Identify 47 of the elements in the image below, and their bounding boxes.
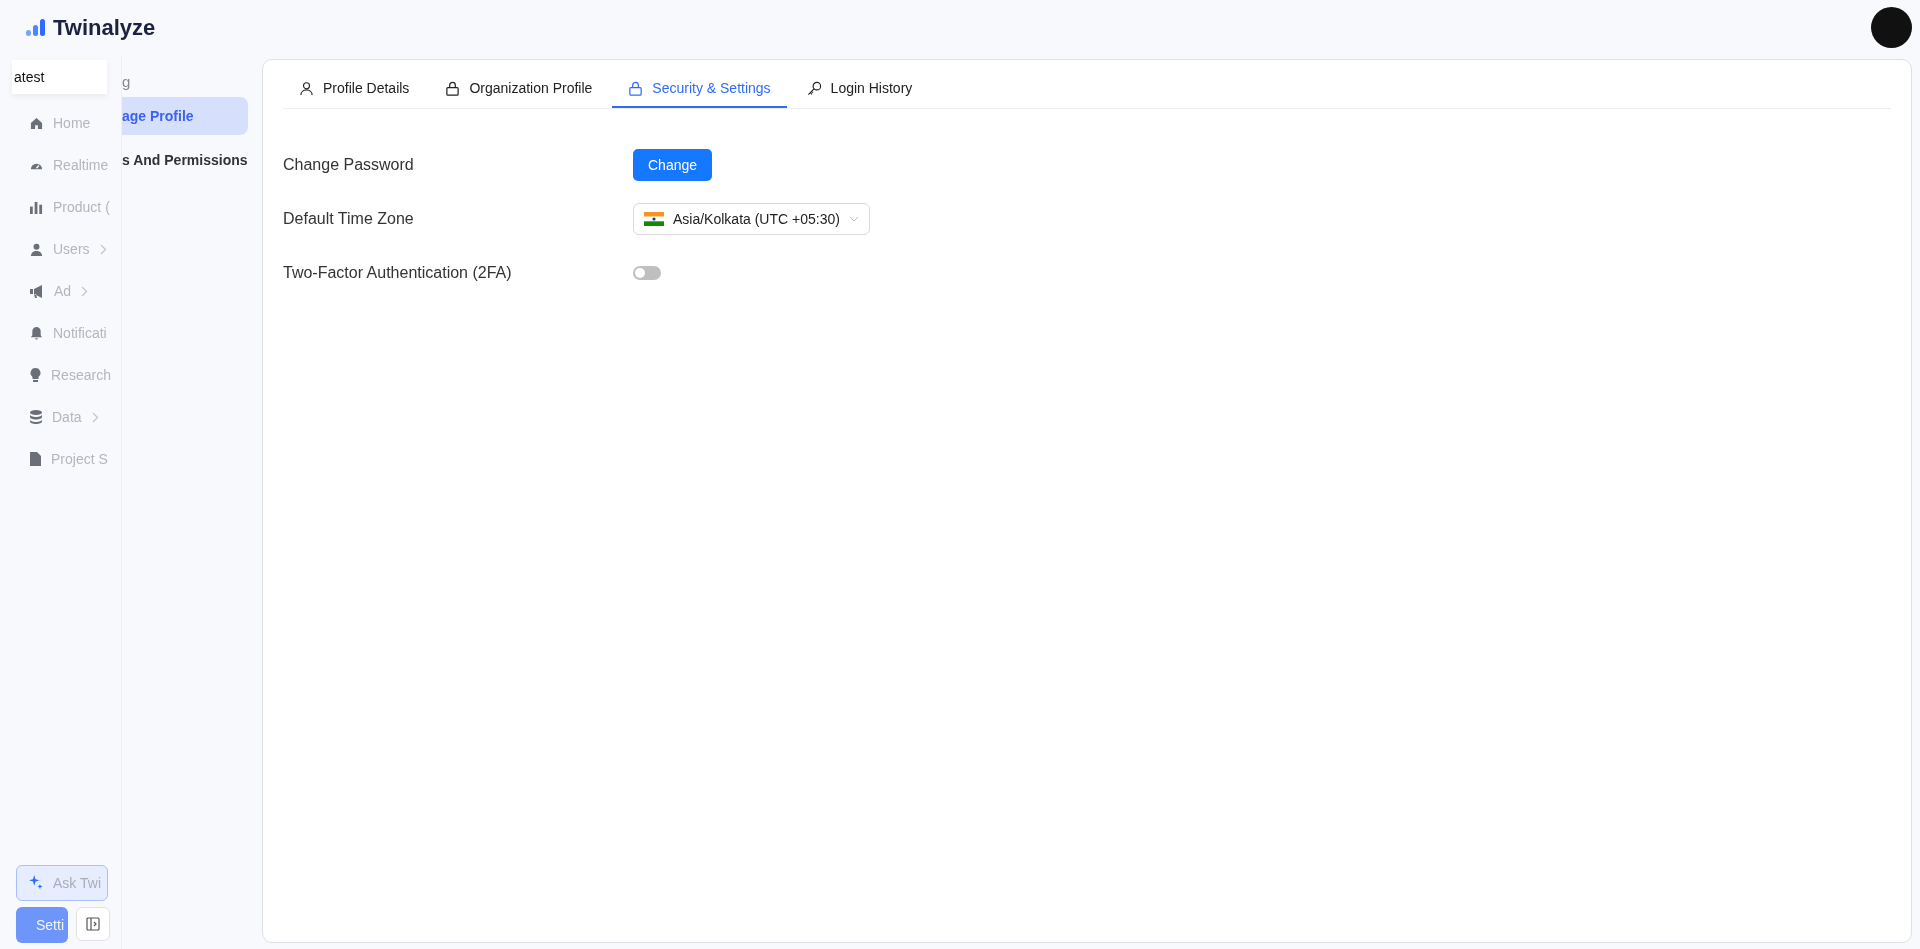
field-label: Default Time Zone (283, 210, 415, 228)
field-label: Two-Factor Authentication (2FA) (283, 264, 513, 282)
project-selector[interactable]: atest (12, 60, 107, 94)
menu-item[interactable]: Notificati (0, 312, 121, 354)
key-icon (806, 80, 822, 96)
menu-item[interactable]: Project S (0, 438, 121, 480)
bell-icon (30, 326, 43, 340)
brand-name: Twinalyze (53, 14, 156, 41)
chevron-right-icon (99, 243, 107, 255)
sidebar-icon (86, 917, 100, 931)
bar-chart-icon (30, 200, 43, 214)
logo-icon (26, 19, 46, 36)
menu-item[interactable]: Users (0, 228, 121, 270)
toggle-switch[interactable] (633, 266, 661, 280)
user-icon (30, 242, 43, 256)
settings-button[interactable]: Setti (16, 907, 68, 943)
tab[interactable]: Profile Details (283, 60, 426, 108)
menu-item[interactable]: Product ( (0, 186, 121, 228)
menu-item[interactable]: Ad (0, 270, 121, 312)
home-icon (30, 116, 43, 130)
chevron-right-icon (81, 285, 89, 297)
settings-heading: g (122, 72, 131, 92)
settings-nav-item[interactable]: age Profile (122, 97, 248, 135)
menu-item[interactable]: Home (0, 102, 121, 144)
lightbulb-icon (30, 368, 41, 382)
chevron-right-icon (91, 411, 99, 423)
database-icon (30, 410, 42, 424)
file-icon (30, 452, 41, 466)
field-label: Change Password (283, 156, 415, 174)
ask-button[interactable]: Ask Twi (16, 865, 108, 901)
flag-icon (644, 212, 664, 226)
menu-item[interactable]: Data (0, 396, 121, 438)
change-button[interactable]: Change (633, 149, 713, 181)
chevron-down-icon (848, 216, 859, 222)
person-icon (299, 80, 314, 96)
timezone-select[interactable]: Asia/Kolkata (UTC +05:30) (633, 203, 870, 235)
tab[interactable]: Organization Profile (429, 60, 609, 108)
settings-nav-item[interactable]: s And Permissions (122, 141, 248, 179)
lock-icon (445, 80, 461, 96)
menu-item[interactable]: Research (0, 354, 121, 396)
tab[interactable]: Security & Settings (612, 60, 787, 108)
megaphone-icon (30, 284, 44, 298)
sidebar-toggle-button[interactable] (76, 907, 110, 941)
avatar[interactable] (1871, 7, 1912, 48)
menu-item[interactable]: Realtime (0, 144, 121, 186)
tab[interactable]: Login History (790, 60, 929, 108)
lock-icon (628, 80, 644, 96)
